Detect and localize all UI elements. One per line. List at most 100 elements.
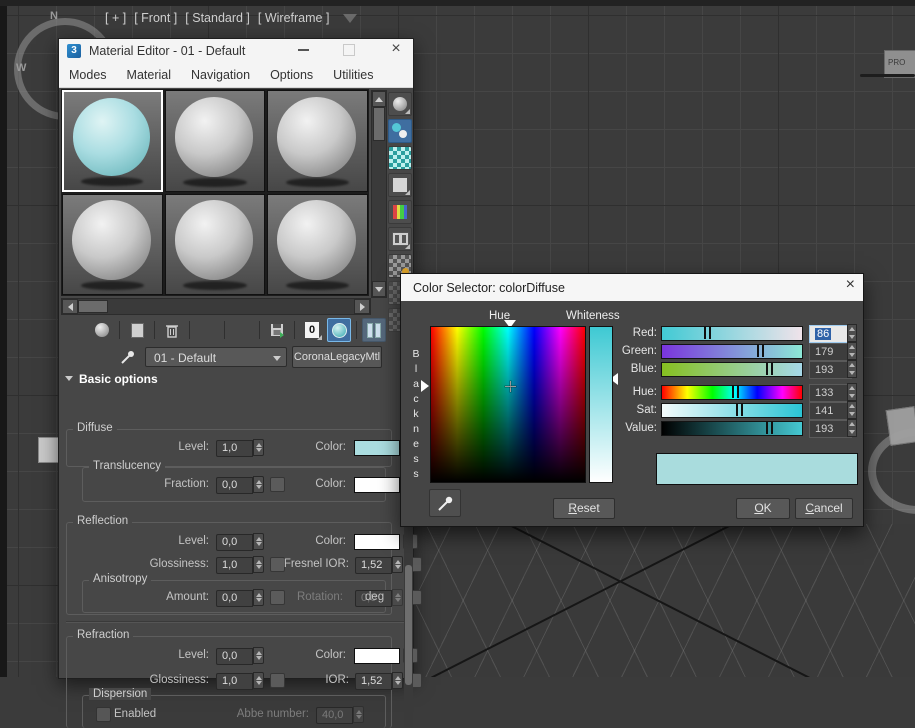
value-value-field[interactable]: 193 <box>809 420 852 438</box>
sample-slot-5[interactable] <box>165 194 266 296</box>
cancel-button[interactable]: Cancel <box>795 498 853 519</box>
material-editor-titlebar[interactable]: 3 Material Editor - 01 - Default × <box>59 39 413 63</box>
sat-slider[interactable] <box>661 403 803 418</box>
parameters-scroll-thumb[interactable] <box>405 565 412 685</box>
diffuse-level-field[interactable]: 1,0 <box>216 440 253 457</box>
video-color-check-icon[interactable] <box>388 200 412 224</box>
sample-type-sphere-icon[interactable] <box>388 92 412 116</box>
translucency-fraction-map-button[interactable] <box>270 477 285 492</box>
reflection-glossiness-spinner[interactable] <box>253 556 264 573</box>
scroll-right-button[interactable] <box>354 299 370 314</box>
show-end-result-icon[interactable] <box>362 318 386 342</box>
scroll-down-button[interactable] <box>372 281 386 297</box>
put-material-to-scene-icon[interactable] <box>90 318 114 342</box>
sample-slot-1-selected[interactable] <box>62 90 163 192</box>
material-id-channel-icon[interactable]: 0 <box>300 318 324 342</box>
green-value-field[interactable]: 179 <box>809 343 852 361</box>
red-slider[interactable] <box>661 326 803 341</box>
green-slider[interactable] <box>661 344 803 359</box>
backlight-icon[interactable] <box>388 119 412 143</box>
anisotropy-amount-field[interactable]: 0,0 <box>216 590 253 607</box>
translucency-color-swatch[interactable] <box>354 477 400 493</box>
menu-modes[interactable]: Modes <box>59 68 117 82</box>
reflection-level-field[interactable]: 0,0 <box>216 534 253 551</box>
material-type-button[interactable]: CoronaLegacyMtl <box>292 346 382 368</box>
reflection-glossiness-field[interactable]: 1,0 <box>216 557 253 574</box>
value-slider[interactable] <box>661 421 803 436</box>
slots-vertical-scrollbar[interactable] <box>371 90 387 298</box>
delete-material-icon[interactable] <box>160 318 184 342</box>
refraction-ior-spinner[interactable] <box>392 672 403 689</box>
blue-spinner[interactable] <box>847 360 857 378</box>
value-spinner[interactable] <box>847 419 857 437</box>
material-name-dropdown[interactable]: 01 - Default <box>145 347 287 367</box>
rollout-basic-options[interactable]: Basic options <box>65 372 158 386</box>
reset-button[interactable]: Reset <box>553 498 615 519</box>
hue-slider[interactable] <box>661 385 803 400</box>
make-preview-icon[interactable] <box>388 227 412 251</box>
hue-blackness-gradient[interactable] <box>430 326 586 483</box>
translucency-fraction-spinner[interactable] <box>253 476 264 493</box>
get-material-icon[interactable] <box>63 318 87 342</box>
viewport-menu-shading[interactable]: [ Wireframe ] <box>258 11 330 25</box>
viewport-menu-renderer[interactable]: [ Standard ] <box>185 11 250 25</box>
minimize-button[interactable] <box>298 49 309 51</box>
fresnel-ior-field[interactable]: 1,52 <box>355 557 392 574</box>
scroll-up-button[interactable] <box>372 91 386 107</box>
sample-slot-3[interactable] <box>267 90 368 192</box>
blackness-marker-icon[interactable] <box>421 380 429 392</box>
sample-uv-tiling-icon[interactable] <box>388 173 412 197</box>
refraction-glossiness-spinner[interactable] <box>253 672 264 689</box>
refraction-level-field[interactable]: 0,0 <box>216 648 253 665</box>
sample-slot-4[interactable] <box>62 194 163 296</box>
make-material-copy-icon[interactable] <box>195 318 219 342</box>
close-button[interactable]: × <box>386 40 406 58</box>
pick-material-from-object-button[interactable] <box>115 346 141 368</box>
horizontal-scroll-thumb[interactable] <box>78 300 108 313</box>
anisotropy-amount-spinner[interactable] <box>253 589 264 606</box>
red-spinner[interactable] <box>847 324 857 342</box>
vertical-scroll-thumb[interactable] <box>373 107 385 141</box>
reflection-color-swatch[interactable] <box>354 534 400 550</box>
screen-color-picker-button[interactable] <box>429 489 461 517</box>
sat-value-field[interactable]: 141 <box>809 402 852 420</box>
slots-horizontal-scrollbar[interactable] <box>61 298 371 315</box>
dispersion-enabled-checkbox[interactable] <box>96 707 111 722</box>
show-shaded-material-in-viewport-icon[interactable] <box>327 318 351 342</box>
viewport-filter-icon[interactable] <box>343 14 357 23</box>
refraction-level-spinner[interactable] <box>253 647 264 664</box>
viewport-menu-general[interactable]: [ + ] <box>105 11 126 25</box>
fresnel-ior-spinner[interactable] <box>392 556 403 573</box>
diffuse-color-swatch[interactable] <box>354 440 400 456</box>
refraction-glossiness-map-button[interactable] <box>270 673 285 688</box>
ok-button[interactable]: OK <box>736 498 790 519</box>
put-to-library-icon[interactable] <box>265 318 289 342</box>
color-crosshair-icon[interactable] <box>505 381 516 392</box>
diffuse-level-spinner[interactable] <box>253 439 264 456</box>
green-spinner[interactable] <box>847 342 857 360</box>
reflection-level-spinner[interactable] <box>253 533 264 550</box>
sample-slot-6[interactable] <box>267 194 368 296</box>
blue-value-field[interactable]: 193 <box>809 361 852 379</box>
refraction-glossiness-field[interactable]: 1,0 <box>216 673 253 690</box>
blue-slider[interactable] <box>661 362 803 377</box>
translucency-fraction-field[interactable]: 0,0 <box>216 477 253 494</box>
menu-utilities[interactable]: Utilities <box>323 68 383 82</box>
sat-spinner[interactable] <box>847 401 857 419</box>
sample-slot-2[interactable] <box>165 90 266 192</box>
hue-value-field[interactable]: 133 <box>809 384 852 402</box>
scroll-left-button[interactable] <box>62 299 78 314</box>
hue-spinner[interactable] <box>847 383 857 401</box>
color-selector-titlebar[interactable]: Color Selector: colorDiffuse × <box>401 274 863 301</box>
refraction-ior-field[interactable]: 1,52 <box>355 673 392 690</box>
menu-options[interactable]: Options <box>260 68 323 82</box>
background-icon[interactable] <box>388 146 412 170</box>
assign-material-to-selection-icon[interactable] <box>125 318 149 342</box>
make-unique-icon[interactable] <box>230 318 254 342</box>
refraction-color-swatch[interactable] <box>354 648 400 664</box>
close-icon[interactable]: × <box>846 276 855 294</box>
menu-material[interactable]: Material <box>117 68 181 82</box>
restore-button[interactable] <box>343 44 355 56</box>
viewport-menu-pov[interactable]: [ Front ] <box>134 11 177 25</box>
red-value-field[interactable]: 86 <box>809 325 852 343</box>
